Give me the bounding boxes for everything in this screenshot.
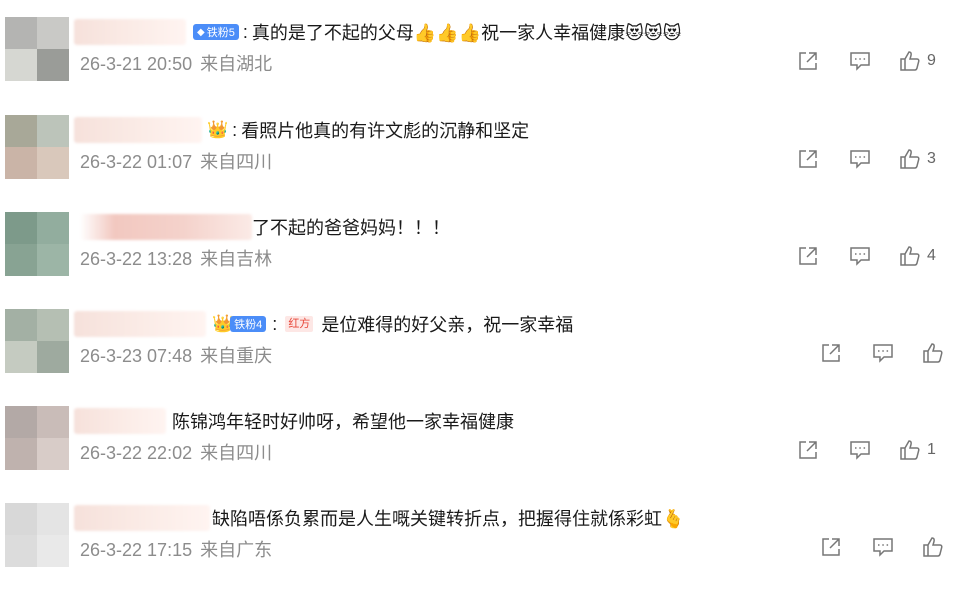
username-blurred[interactable]	[74, 505, 210, 531]
share-button[interactable]	[797, 245, 819, 267]
comment-text: 了不起的爸爸妈妈！！！	[252, 218, 450, 238]
comment-time: 26-3-22 13:28	[80, 249, 193, 269]
like-count: 3	[927, 150, 936, 167]
comment-meta: 26-3-22 01:07 来自四川	[80, 148, 272, 174]
share-icon	[799, 441, 817, 459]
comment-time: 26-3-22 01:07	[80, 152, 193, 172]
thumbs-up-icon	[900, 246, 920, 266]
comment-meta: 26-3-21 20:50 来自湖北	[80, 50, 272, 76]
avatar[interactable]	[5, 309, 69, 373]
fan-badge[interactable]: ◆ 铁粉5	[193, 24, 239, 40]
comment-icon	[850, 441, 870, 460]
crown-icon: 👑	[207, 120, 229, 139]
comment-icon	[850, 52, 870, 71]
like-count: 9	[927, 52, 936, 69]
comment-item: 👑 铁粉4 : 红方 是位难得的好父亲，祝一家幸福 26-3-23 07:48 来自…	[0, 309, 960, 385]
comment-text: 缺陷唔係负累而是人生嘅关键转折点，把握得住就係彩虹🫰	[212, 509, 685, 529]
reply-button[interactable]	[872, 342, 894, 364]
comment-icon	[850, 150, 870, 169]
comment-meta: 26-3-22 22:02 来自四川	[80, 439, 272, 465]
like-button[interactable]: 9	[899, 50, 937, 72]
comment-meta: 26-3-22 13:28 来自吉林	[80, 245, 272, 271]
comment-line: 了不起的爸爸妈妈！！！	[252, 214, 450, 240]
reply-button[interactable]	[849, 148, 871, 170]
username-blurred[interactable]	[74, 19, 186, 45]
share-button[interactable]	[797, 148, 819, 170]
like-button[interactable]: 4	[899, 245, 937, 267]
diamond-icon: ◆	[197, 26, 205, 38]
comment-actions	[820, 535, 944, 559]
thumbs-up-icon	[900, 51, 920, 71]
comment-meta: 26-3-22 17:15 来自广东	[80, 536, 272, 562]
comment-time: 26-3-21 20:50	[80, 54, 193, 74]
share-icon	[799, 150, 817, 168]
share-icon	[799, 247, 817, 265]
comment-location: 来自四川	[200, 443, 273, 463]
comment-text: 真的是了不起的父母👍👍👍祝一家人幸福健康😻😻😻	[251, 23, 682, 43]
comment-location: 来自重庆	[200, 346, 273, 366]
comment-actions	[820, 341, 944, 365]
avatar[interactable]	[5, 406, 69, 470]
like-button[interactable]: 3	[899, 148, 937, 170]
like-button[interactable]	[922, 342, 944, 364]
avatar[interactable]	[5, 212, 69, 276]
reply-button[interactable]	[849, 245, 871, 267]
comment-actions: 3	[797, 147, 937, 171]
comment-meta: 26-3-23 07:48 来自重庆	[80, 342, 272, 368]
comment-time: 26-3-22 17:15	[80, 540, 193, 560]
comment-icon	[873, 538, 893, 557]
comment-actions: 9	[797, 49, 937, 73]
comment-icon	[850, 247, 870, 266]
username-blurred[interactable]	[74, 311, 206, 337]
comment-line: 缺陷唔係负累而是人生嘅关键转折点，把握得住就係彩虹🫰	[212, 505, 684, 531]
comment-location: 来自四川	[200, 152, 273, 172]
like-count: 1	[927, 441, 936, 458]
reply-button[interactable]	[849, 50, 871, 72]
reply-button[interactable]	[849, 439, 871, 461]
share-button[interactable]	[820, 536, 842, 558]
comment-time: 26-3-23 07:48	[80, 346, 193, 366]
username-blurred[interactable]	[74, 408, 166, 434]
like-count: 4	[927, 247, 936, 264]
comment-line: 陈锦鸿年轻时好帅呀，希望他一家幸福健康	[172, 408, 514, 434]
like-button[interactable]	[922, 536, 944, 558]
comment-location: 来自吉林	[200, 249, 273, 269]
comment-time: 26-3-22 22:02	[80, 443, 193, 463]
fan-badge[interactable]: 👑 铁粉4	[212, 314, 268, 334]
avatar[interactable]	[5, 503, 69, 567]
share-button[interactable]	[797, 439, 819, 461]
comment-line: 👑 : 看照片他真的有许文彪的沉静和坚定	[207, 117, 529, 143]
comment-item: 陈锦鸿年轻时好帅呀，希望他一家幸福健康 26-3-22 22:02 来自四川 1	[0, 406, 960, 482]
comment-text: 陈锦鸿年轻时好帅呀，希望他一家幸福健康	[172, 412, 514, 432]
comment-text: 是位难得的好父亲，祝一家幸福	[321, 315, 574, 335]
comment-actions: 4	[797, 244, 937, 268]
username-blurred[interactable]	[74, 117, 202, 143]
thumbs-up-icon	[923, 537, 943, 557]
comment-icon	[873, 344, 893, 363]
like-button[interactable]: 1	[899, 439, 937, 461]
avatar[interactable]	[5, 115, 69, 179]
username-blurred[interactable]	[80, 214, 252, 240]
share-icon	[822, 344, 840, 362]
share-icon	[822, 538, 840, 556]
comment-item: 👑 : 看照片他真的有许文彪的沉静和坚定 26-3-22 01:07 来自四川 3	[0, 115, 960, 191]
comment-location: 来自广东	[200, 540, 273, 560]
thumbs-up-icon	[900, 440, 920, 460]
comment-actions: 1	[797, 438, 937, 462]
comment-item: ◆ 铁粉5 : 真的是了不起的父母👍👍👍祝一家人幸福健康😻😻😻 26-3-21 2…	[0, 17, 960, 93]
comment-text: 看照片他真的有许文彪的沉静和坚定	[241, 121, 530, 141]
avatar[interactable]	[5, 17, 69, 81]
thumbs-up-icon	[923, 343, 943, 363]
tag-label[interactable]: 红方	[285, 316, 314, 332]
comment-line: ◆ 铁粉5 : 真的是了不起的父母👍👍👍祝一家人幸福健康😻😻😻	[193, 19, 681, 45]
share-icon	[799, 52, 817, 70]
share-button[interactable]	[820, 342, 842, 364]
share-button[interactable]	[797, 50, 819, 72]
reply-button[interactable]	[872, 536, 894, 558]
comment-location: 来自湖北	[200, 54, 273, 74]
comment-item: 了不起的爸爸妈妈！！！ 26-3-22 13:28 来自吉林 4	[0, 212, 960, 288]
comment-item: 缺陷唔係负累而是人生嘅关键转折点，把握得住就係彩虹🫰 26-3-22 17:15…	[0, 503, 960, 579]
comment-line: 👑 铁粉4 : 红方 是位难得的好父亲，祝一家幸福	[212, 311, 573, 337]
thumbs-up-icon	[900, 149, 920, 169]
